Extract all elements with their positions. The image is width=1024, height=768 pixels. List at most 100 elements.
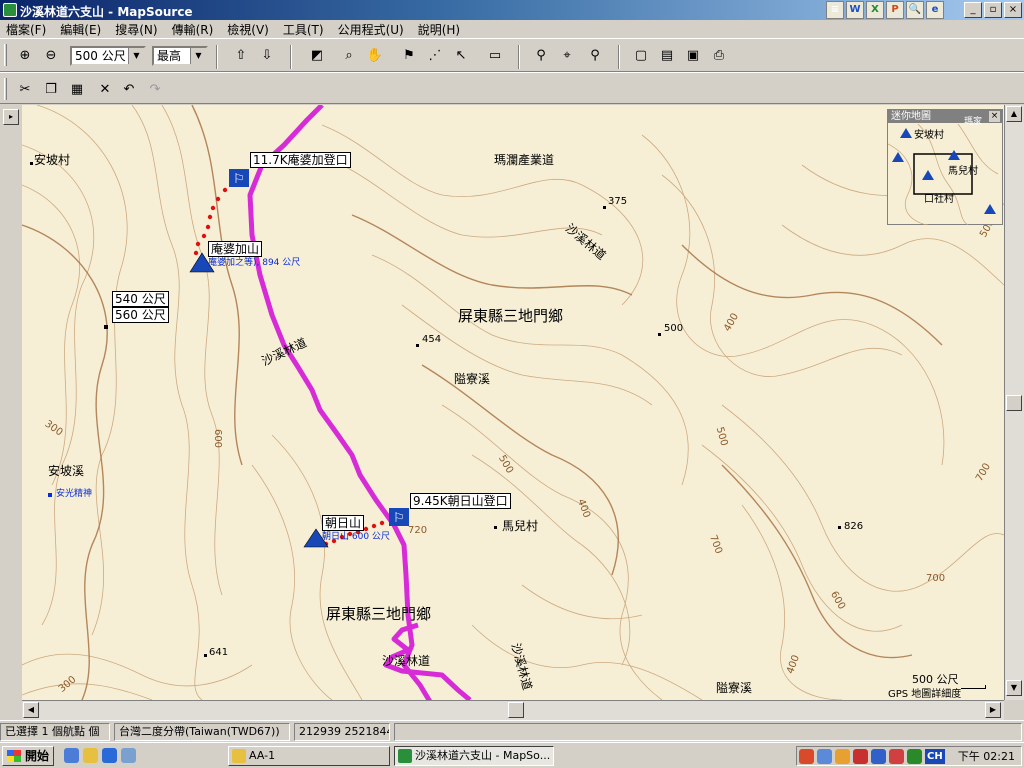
menu-transfer[interactable]: 傳輸(R): [172, 21, 214, 38]
detail-level-value: 最高: [157, 49, 182, 63]
restore-button[interactable]: ▫: [984, 2, 1002, 18]
map-area: ▸ ⚐ ⚐ 安坡村 安坡溪 安光精神 瑪瀾產業道 沙溪林道 沙溪林道 沙溪林道 …: [0, 105, 1024, 720]
horizontal-scrollbar[interactable]: ◀ ▶: [22, 700, 1004, 720]
print-icon[interactable]: ⎙: [708, 45, 730, 67]
zoom-tool-icon[interactable]: ⌕: [338, 45, 360, 67]
route-tool-icon[interactable]: ⋰: [424, 45, 446, 67]
toolbar-grip[interactable]: [4, 44, 7, 66]
tray-network-icon[interactable]: [817, 749, 832, 764]
find-nearest-icon[interactable]: ⌖: [556, 45, 578, 67]
tray-antivirus-icon[interactable]: [853, 749, 868, 764]
elevation-box-540[interactable]: 540 公尺: [112, 291, 169, 307]
menu-help[interactable]: 說明(H): [418, 21, 460, 38]
task-label-mapsource: 沙溪林道六支山 - MapSo...: [415, 749, 551, 762]
menu-file[interactable]: 檔案(F): [6, 21, 46, 38]
windows-logo-icon: [7, 750, 21, 762]
scroll-right-arrow-icon[interactable]: ▶: [985, 702, 1001, 718]
map-label-anpo-stream: 安坡溪: [48, 464, 85, 478]
task-aa-1[interactable]: AA-1: [228, 746, 390, 766]
close-icon[interactable]: ×: [989, 111, 1000, 122]
mapsource-app-icon: [398, 749, 412, 763]
delete-icon[interactable]: ✕: [94, 79, 116, 101]
close-button[interactable]: ×: [1004, 2, 1022, 18]
folder-icon[interactable]: [83, 748, 98, 763]
toolbar-grip[interactable]: [4, 78, 7, 100]
start-button[interactable]: 開始: [2, 746, 54, 766]
zoom-out-icon[interactable]: ⊖: [40, 45, 62, 67]
selection-tool-icon[interactable]: ↖: [450, 45, 472, 67]
scroll-left-arrow-icon[interactable]: ▸: [3, 109, 19, 125]
contour-map-svg: ⚐ ⚐: [22, 105, 1004, 700]
taskbar: 開始 AA-1 沙溪林道六支山 - MapSo... CH 下午 02:21: [0, 742, 1024, 768]
waypoint-anpojia-detail: 庵婆加之等), 894 公尺: [208, 258, 301, 268]
waypoint-trailhead-11-7k[interactable]: 11.7K庵婆加登口: [250, 152, 351, 168]
map-tool-icon[interactable]: ◩: [306, 45, 328, 67]
find-recent-icon[interactable]: ⚲: [584, 45, 606, 67]
copy-icon[interactable]: ❐: [40, 79, 62, 101]
menu-view[interactable]: 檢視(V): [227, 21, 269, 38]
open-folder-icon[interactable]: ▤: [656, 45, 678, 67]
internet-explorer-icon[interactable]: e: [926, 1, 944, 19]
map-view[interactable]: ⚐ ⚐ 安坡村 安坡溪 安光精神 瑪瀾產業道 沙溪林道 沙溪林道 沙溪林道 沙溪…: [22, 105, 1004, 700]
menu-utilities[interactable]: 公用程式(U): [338, 21, 404, 38]
tray-ime-icon[interactable]: [907, 749, 922, 764]
waypoint-trailhead-9-45k[interactable]: 9.45K朝日山登口: [410, 493, 511, 509]
mini-map-panel[interactable]: 迷你地圖 × 安坡村 馬兒村 口社村 瑪家: [887, 109, 1003, 225]
spot-height-500: 500: [664, 323, 684, 334]
powerpoint-icon[interactable]: P: [886, 1, 904, 19]
tray-security-icon[interactable]: [835, 749, 850, 764]
mini-map-title-text: 迷你地圖: [891, 111, 931, 122]
menu-search[interactable]: 搜尋(N): [115, 21, 157, 38]
minimize-button[interactable]: _: [964, 2, 982, 18]
detail-level-select[interactable]: 最高 ▼: [152, 46, 208, 66]
language-indicator[interactable]: CH: [925, 749, 945, 764]
shrine-marker: [48, 493, 52, 497]
find-icon[interactable]: ⚲: [530, 45, 552, 67]
elevation-box-560[interactable]: 560 公尺: [112, 307, 169, 323]
internet-explorer-icon[interactable]: [102, 748, 117, 763]
distance-ruler-icon[interactable]: ▭: [484, 45, 506, 67]
tray-messenger-icon[interactable]: [871, 749, 886, 764]
system-clock[interactable]: 下午 02:21: [958, 749, 1015, 765]
mapsource-app-icon: [3, 3, 17, 17]
send-to-device-icon[interactable]: ⇩: [256, 45, 278, 67]
word-icon[interactable]: W: [846, 1, 864, 19]
zoom-scale-select[interactable]: 500 公尺 ▼: [70, 46, 146, 66]
tray-update-icon[interactable]: [889, 749, 904, 764]
waypoint-chaori-detail: 朝日山 600 公尺: [322, 532, 390, 542]
vertical-scroll-thumb[interactable]: [1006, 395, 1022, 411]
menu-tools[interactable]: 工具(T): [283, 21, 324, 38]
scroll-left-arrow-icon[interactable]: ◀: [23, 702, 39, 718]
new-file-icon[interactable]: ▢: [630, 45, 652, 67]
spot-height-375: 375: [608, 196, 628, 207]
quicklaunch-toolbar: ≡ W X P 🔍 e: [826, 1, 944, 19]
office-menu-icon[interactable]: ≡: [826, 1, 844, 19]
redo-icon[interactable]: ↷: [144, 79, 166, 101]
horizontal-scroll-thumb[interactable]: [508, 702, 524, 718]
toolbar-separator: [216, 45, 218, 69]
status-bar: 已選擇 1 個航點 個 台灣二度分帶(Taiwan(TWD67)) 212939…: [0, 720, 1024, 742]
save-icon[interactable]: ▣: [682, 45, 704, 67]
cut-icon[interactable]: ✂: [14, 79, 36, 101]
paste-icon[interactable]: ▦: [66, 79, 88, 101]
task-mapsource[interactable]: 沙溪林道六支山 - MapSo...: [394, 746, 554, 766]
vertical-scrollbar[interactable]: ▲ ▼: [1004, 105, 1024, 700]
trailhead-icons: ⚐ ⚐: [229, 169, 409, 526]
menu-edit[interactable]: 編輯(E): [60, 21, 101, 38]
window-controls: _ ▫ ×: [964, 2, 1022, 18]
receive-from-device-icon[interactable]: ⇧: [230, 45, 252, 67]
chevron-down-icon[interactable]: ▼: [128, 48, 144, 64]
scroll-down-arrow-icon[interactable]: ▼: [1006, 680, 1022, 696]
status-coordinates: 212939 2521844: [294, 723, 390, 741]
hand-pan-icon[interactable]: ✋: [364, 45, 386, 67]
zoom-in-icon[interactable]: ⊕: [14, 45, 36, 67]
undo-icon[interactable]: ↶: [118, 79, 140, 101]
search-icon[interactable]: [121, 748, 136, 763]
waypoint-flag-icon[interactable]: ⚑: [398, 45, 420, 67]
scroll-up-arrow-icon[interactable]: ▲: [1006, 106, 1022, 122]
excel-icon[interactable]: X: [866, 1, 884, 19]
chevron-down-icon[interactable]: ▼: [190, 48, 206, 64]
desktop-icon[interactable]: [64, 748, 79, 763]
search-icon[interactable]: 🔍: [906, 1, 924, 19]
tray-app-icon[interactable]: [799, 749, 814, 764]
